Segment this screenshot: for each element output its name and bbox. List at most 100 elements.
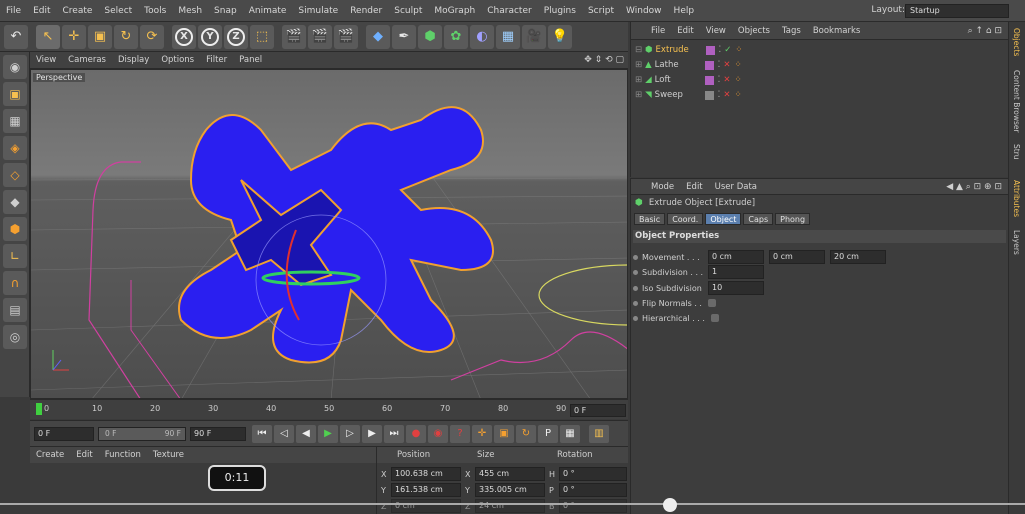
side-tab-content-browser[interactable]: Content Browser [1012, 70, 1021, 133]
move-icon[interactable]: ✛ [62, 24, 86, 49]
point-mode-icon[interactable]: ◇ [3, 163, 27, 187]
vp-menu-options[interactable]: Options [155, 52, 200, 69]
render-settings-icon[interactable]: 🎬 [334, 24, 358, 49]
size-x-field[interactable]: 455 cm [475, 467, 545, 481]
timeline-ruler[interactable]: 0 10 20 30 40 50 60 70 80 90 [30, 399, 628, 419]
anim-dot-icon[interactable] [633, 285, 638, 291]
size-z-field[interactable]: 24 cm [475, 499, 545, 513]
mat-menu-create[interactable]: Create [30, 447, 70, 463]
vp-menu-filter[interactable]: Filter [200, 52, 233, 69]
disable-x-icon[interactable]: ✕ [723, 60, 730, 70]
hierarchical-checkbox[interactable] [710, 314, 719, 322]
menu-tools[interactable]: Tools [138, 0, 172, 22]
undo-icon[interactable]: ↶ [4, 24, 28, 49]
movement-y-field[interactable]: 0 cm [769, 250, 825, 264]
x-axis-icon[interactable]: X [172, 24, 196, 49]
workplane-tool-icon[interactable]: ▤ [3, 298, 27, 322]
edge-mode-icon[interactable]: ◈ [3, 136, 27, 160]
enable-check-icon[interactable]: ✓ [724, 45, 731, 55]
vp-menu-cameras[interactable]: Cameras [62, 52, 112, 69]
pos-key-icon[interactable]: ✛ [472, 424, 492, 443]
object-row-extrude[interactable]: ⊟ ⬢ Extrude ⁚ ✓ ⁘ [635, 43, 1005, 57]
perspective-viewport[interactable]: Perspective [30, 69, 628, 399]
vp-menu-display[interactable]: Display [112, 52, 155, 69]
prev-key-icon[interactable]: ◁ [274, 424, 294, 443]
polygon-mode-icon[interactable]: ◆ [3, 190, 27, 214]
camera-icon[interactable]: 🎥 [522, 24, 546, 49]
next-frame-icon[interactable]: ▷ [340, 424, 360, 443]
rot-h-field[interactable]: 0 ° [559, 467, 627, 481]
menu-help[interactable]: Help [668, 0, 701, 22]
cube-icon[interactable]: ◆ [366, 24, 390, 49]
disable-x-icon[interactable]: ✕ [723, 75, 730, 85]
side-tab-objects[interactable]: Objects [1012, 28, 1021, 56]
select-icon[interactable]: ↖ [36, 24, 60, 49]
prev-frame-icon[interactable]: ◀ [296, 424, 316, 443]
video-scrubber-handle[interactable] [663, 498, 677, 512]
tag-phong-icon[interactable]: ⁘ [735, 90, 742, 100]
obj-menu-edit[interactable]: Edit [671, 22, 699, 40]
vp-menu-panel[interactable]: Panel [233, 52, 268, 69]
menu-render[interactable]: Render [344, 0, 388, 22]
z-axis-icon[interactable]: Z [224, 24, 248, 49]
attr-menu-edit[interactable]: Edit [680, 179, 708, 195]
go-start-icon[interactable]: ⏮ [252, 424, 272, 443]
menu-create[interactable]: Create [57, 0, 99, 22]
deformer-icon[interactable]: ◐ [470, 24, 494, 49]
scale-key-icon[interactable]: ▣ [494, 424, 514, 443]
subdivision-icon[interactable]: ⬢ [418, 24, 442, 49]
menu-select[interactable]: Select [98, 0, 138, 22]
scale-icon[interactable]: ▣ [88, 24, 112, 49]
layer-color-swatch[interactable] [704, 75, 714, 85]
obj-menu-view[interactable]: View [700, 22, 732, 40]
object-row-lathe[interactable]: ⊞ ▲ Lathe ⁚ ✕ ⁘ [635, 58, 1005, 72]
rot-p-field[interactable]: 0 ° [559, 483, 627, 497]
menu-mograph[interactable]: MoGraph [428, 0, 481, 22]
menu-simulate[interactable]: Simulate [292, 0, 344, 22]
rotate-icon[interactable]: ↻ [114, 24, 138, 49]
menu-plugins[interactable]: Plugins [538, 0, 582, 22]
tab-basic[interactable]: Basic [634, 213, 666, 225]
pen-icon[interactable]: ✒ [392, 24, 416, 49]
film-icon[interactable]: ▥ [589, 424, 609, 443]
render-picture-icon[interactable]: 🎬 [308, 24, 332, 49]
floor-icon[interactable]: ▦ [496, 24, 520, 49]
side-tab-layers[interactable]: Layers [1012, 230, 1021, 255]
menu-script[interactable]: Script [582, 0, 620, 22]
magnet-tool-icon[interactable]: ∩ [3, 271, 27, 295]
mat-menu-function[interactable]: Function [99, 447, 147, 463]
model-mode-icon[interactable]: ◉ [3, 55, 27, 79]
movement-z-field[interactable]: 20 cm [830, 250, 886, 264]
current-frame-field[interactable]: 0 F [570, 404, 626, 417]
visibility-dots-icon[interactable]: ⁚ [719, 45, 722, 55]
menu-file[interactable]: File [0, 0, 27, 22]
obj-menu-objects[interactable]: Objects [732, 22, 776, 40]
layer-color-swatch[interactable] [705, 45, 715, 55]
layout-select[interactable]: Startup [905, 4, 1009, 18]
menu-window[interactable]: Window [620, 0, 668, 22]
end-frame-field[interactable]: 90 F [190, 426, 246, 441]
flip-normals-checkbox[interactable] [707, 299, 716, 307]
mat-menu-texture[interactable]: Texture [147, 447, 190, 463]
anim-dot-icon[interactable] [633, 300, 638, 306]
visibility-dots-icon[interactable]: ⁚ [718, 90, 721, 100]
param-key-icon[interactable]: P [538, 424, 558, 443]
obj-menu-tags[interactable]: Tags [776, 22, 807, 40]
start-frame-field[interactable]: 0 F [34, 426, 94, 441]
play-icon[interactable]: ▶ [318, 424, 338, 443]
render-view-icon[interactable]: 🎬 [282, 24, 306, 49]
object-name-extrude[interactable]: Extrude [656, 45, 696, 55]
visibility-dots-icon[interactable]: ⁚ [718, 75, 721, 85]
anim-dot-icon[interactable] [633, 254, 638, 260]
autokey-icon[interactable]: ◉ [428, 424, 448, 443]
render-tool-icon[interactable]: ◎ [3, 325, 27, 349]
timeline-playhead[interactable] [36, 403, 42, 415]
anim-dot-icon[interactable] [633, 269, 638, 275]
axis-mode-icon[interactable]: ⬢ [3, 217, 27, 241]
tag-phong-icon[interactable]: ⁘ [735, 45, 742, 55]
coord-system-icon[interactable]: ⬚ [250, 24, 274, 49]
layer-color-swatch[interactable] [704, 60, 714, 70]
array-icon[interactable]: ✿ [444, 24, 468, 49]
tag-phong-icon[interactable]: ⁘ [735, 75, 742, 85]
obj-search-icon[interactable]: ⌕ ↑ ⌂ ⊡ [968, 26, 1002, 36]
